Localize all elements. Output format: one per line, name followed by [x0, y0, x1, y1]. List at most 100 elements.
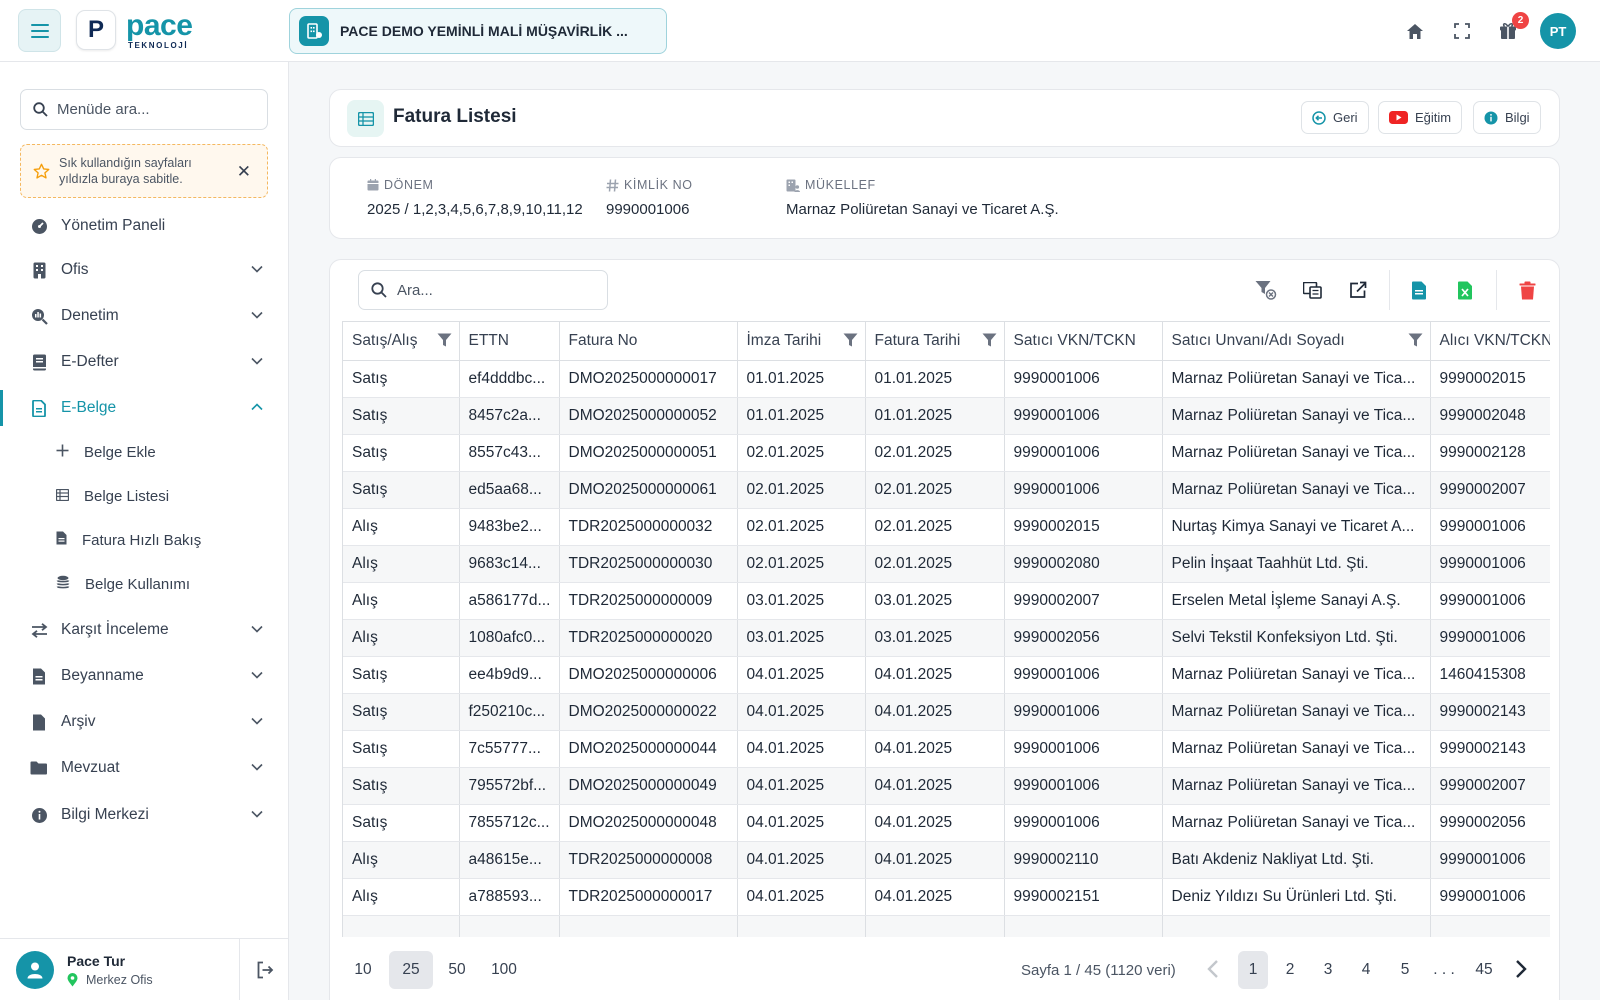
- hamburger-menu-button[interactable]: [18, 9, 61, 52]
- table-row[interactable]: Alış a788593... TDR2025000000017 04.01.2025…: [343, 878, 1550, 916]
- page-5[interactable]: 5: [1390, 951, 1420, 989]
- cell-satis-alis: Satış: [343, 730, 460, 768]
- book-icon: [30, 353, 48, 371]
- back-button[interactable]: Geri: [1301, 101, 1369, 134]
- chevron-right-icon[interactable]: [1515, 959, 1527, 979]
- page-3[interactable]: 3: [1313, 951, 1343, 989]
- cell-satis-alis: Satış: [343, 693, 460, 731]
- info-button[interactable]: Bilgi: [1473, 101, 1541, 134]
- sidebar-item-karsit-inceleme[interactable]: Karşıt İnceleme: [0, 612, 289, 648]
- filter-icon[interactable]: [843, 333, 858, 348]
- sidebar-item-e-belge[interactable]: E-Belge: [0, 390, 289, 426]
- column-header-satici-unvan[interactable]: Satıcı Unvanı/Adı Soyadı: [1162, 321, 1431, 361]
- sidebar-subitem-belge-ekle[interactable]: Belge Ekle: [0, 435, 289, 469]
- cell-satici-vkn: 9990001006: [1004, 767, 1163, 805]
- gift-notification-button[interactable]: 2: [1496, 12, 1529, 43]
- table-row[interactable]: Alış 1080afc0... TDR2025000000020 03.01.202…: [343, 619, 1550, 657]
- table-row[interactable]: Alış a586177d... TDR2025000000009 03.01.202…: [343, 582, 1550, 620]
- sidebar-item-yonetim-paneli[interactable]: Yönetim Paneli: [0, 208, 289, 244]
- pdf-report-button[interactable]: [1400, 271, 1438, 309]
- table-row[interactable]: Alış 9483be2... TDR2025000000032 02.01.2025…: [343, 508, 1550, 546]
- cell-fatura-no: DMO2025000000044: [559, 730, 738, 768]
- sidebar-subitem-belge-kullanimi[interactable]: Belge Kullanımı: [0, 567, 289, 601]
- clear-filters-button[interactable]: [1247, 271, 1285, 309]
- table-row[interactable]: Satış 8557c43... DMO2025000000051 02.01.202…: [343, 434, 1550, 472]
- cell-fatura-tarihi: 04.01.2025: [865, 804, 1005, 842]
- cell-ettn: a586177d...: [459, 582, 560, 620]
- sidebar-item-ofis[interactable]: Ofis: [0, 252, 289, 288]
- table-row[interactable]: Alış 9683c14... TDR2025000000030 02.01.2025…: [343, 545, 1550, 583]
- page-size-100[interactable]: 100: [481, 951, 527, 989]
- column-header-imza-tarihi[interactable]: İmza Tarihi: [737, 321, 866, 361]
- info-icon: [1484, 111, 1498, 124]
- column-header-satici-vkn[interactable]: Satıcı VKN/TCKN: [1004, 321, 1163, 361]
- cell-alici-vkn: 9990001006: [1430, 582, 1550, 620]
- cell-ettn: a48615e...: [459, 841, 560, 879]
- table-row[interactable]: Satış 7c55777... DMO2025000000044 04.01.202…: [343, 730, 1550, 768]
- table-body: Satış ef4dddbc... DMO2025000000017 01.01.20…: [343, 360, 1550, 937]
- filter-icon[interactable]: [437, 333, 452, 348]
- cell-satis-alis: Alış: [343, 508, 460, 546]
- delete-button[interactable]: [1508, 271, 1546, 309]
- chevron-down-icon: [251, 311, 263, 319]
- cell-imza-tarihi: 01.01.2025: [737, 360, 866, 398]
- page-size-25[interactable]: 25: [389, 951, 433, 989]
- page-4[interactable]: 4: [1351, 951, 1381, 989]
- training-button[interactable]: Eğitim: [1378, 101, 1463, 134]
- column-header-alici-vkn[interactable]: Alıcı VKN/TCKN: [1430, 321, 1550, 361]
- menu-search[interactable]: [20, 89, 268, 130]
- page-size-50[interactable]: 50: [437, 951, 477, 989]
- sidebar-item-e-defter[interactable]: E-Defter: [0, 344, 289, 380]
- filter-icon[interactable]: [1408, 333, 1423, 348]
- table-row[interactable]: Satış ed5aa68... DMO2025000000061 02.01.202…: [343, 471, 1550, 509]
- sidebar-item-mevzuat[interactable]: Mevzuat: [0, 750, 289, 786]
- cell-fatura-no: DMO2025000000048: [559, 804, 738, 842]
- filter-icon[interactable]: [982, 333, 997, 348]
- page-last[interactable]: 45: [1469, 951, 1499, 989]
- cell-satici-vkn: 9990001006: [1004, 397, 1163, 435]
- cell-fatura-tarihi: 02.01.2025: [865, 471, 1005, 509]
- table-search[interactable]: [358, 270, 608, 310]
- table-row[interactable]: Alış a48615e... TDR2025000000008 04.01.2025…: [343, 841, 1550, 879]
- menu-search-input[interactable]: [57, 101, 257, 118]
- cell-satici-unvan: Marnaz Poliüretan Sanayi ve Tica...: [1162, 471, 1431, 509]
- table-row[interactable]: Satış ef4dddbc... DMO2025000000017 01.01.20…: [343, 360, 1550, 398]
- page-2[interactable]: 2: [1275, 951, 1305, 989]
- fullscreen-icon[interactable]: [1450, 19, 1474, 43]
- table-row[interactable]: Satış ee4b9d9... DMO2025000000006 04.01.202…: [343, 656, 1550, 694]
- cell-satis-alis: Satış: [343, 360, 460, 398]
- table-row[interactable]: Satış 795572bf... DMO2025000000049 04.01.20…: [343, 767, 1550, 805]
- page-1[interactable]: 1: [1238, 951, 1268, 989]
- table-row[interactable]: Satış 8457c2a... DMO2025000000052 01.01.202…: [343, 397, 1550, 435]
- sidebar-item-denetim[interactable]: Denetim: [0, 298, 289, 334]
- export-button[interactable]: [1339, 271, 1377, 309]
- close-icon[interactable]: ✕: [237, 163, 251, 180]
- column-header-satis-alis[interactable]: Satış/Alış: [343, 321, 460, 361]
- user-avatar-button[interactable]: PT: [1540, 13, 1576, 49]
- columns-icon: [1302, 281, 1322, 299]
- chevron-left-icon[interactable]: [1207, 959, 1219, 979]
- sidebar-subitem-belge-listesi[interactable]: Belge Listesi: [0, 479, 289, 513]
- sidebar-item-arsiv[interactable]: Arşiv: [0, 704, 289, 740]
- home-icon[interactable]: [1403, 19, 1427, 43]
- column-chooser-button[interactable]: [1293, 271, 1331, 309]
- back-circle-icon: [1312, 110, 1326, 125]
- cell-satici-vkn: 9990001006: [1004, 656, 1163, 694]
- sidebar-subitem-fatura-hizli-bakis[interactable]: Fatura Hızlı Bakış: [0, 523, 289, 557]
- invoice-table: Satış/Alış ETTN Fatura No İmza Tarihi Fa…: [342, 321, 1550, 937]
- page-size-10[interactable]: 10: [345, 951, 381, 989]
- excel-export-button[interactable]: [1446, 271, 1484, 309]
- company-selector-button[interactable]: PACE DEMO YEMİNLİ MALİ MÜŞAVİRLİK ...: [289, 8, 667, 54]
- pace-logo[interactable]: P pace TEKNOLOJİ: [76, 10, 193, 50]
- column-header-fatura-tarihi[interactable]: Fatura Tarihi: [865, 321, 1005, 361]
- table-row[interactable]: Satış 7855712c... DMO2025000000048 04.01.20…: [343, 804, 1550, 842]
- sidebar-item-bilgi-merkezi[interactable]: Bilgi Merkezi: [0, 797, 289, 833]
- table-row[interactable]: Satış f250210c... DMO2025000000022 04.01.20…: [343, 693, 1550, 731]
- user-avatar[interactable]: [16, 951, 54, 989]
- table-search-input[interactable]: [397, 281, 597, 299]
- logout-button[interactable]: [239, 939, 289, 1000]
- column-header-ettn[interactable]: ETTN: [459, 321, 560, 361]
- chevron-down-icon: [251, 810, 263, 818]
- column-header-fatura-no[interactable]: Fatura No: [559, 321, 738, 361]
- sidebar-item-beyanname[interactable]: Beyanname: [0, 658, 289, 694]
